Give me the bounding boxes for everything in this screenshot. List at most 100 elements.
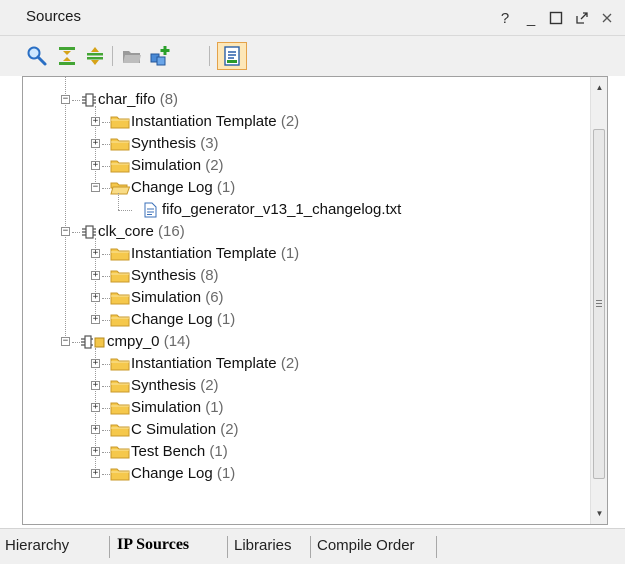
folder-icon xyxy=(110,400,130,416)
expand-toggle-icon[interactable]: + xyxy=(91,359,100,368)
expand-toggle-icon[interactable]: + xyxy=(91,293,100,302)
tab-compile-order[interactable]: Compile Order xyxy=(317,537,415,554)
tree-node-folder[interactable]: + Change Log (1) xyxy=(23,309,590,331)
tree-node-folder[interactable]: + Synthesis (8) xyxy=(23,265,590,287)
expand-toggle-icon[interactable]: + xyxy=(91,425,100,434)
tree-node-label: fifo_generator_v13_1_changelog.txt xyxy=(162,201,401,218)
toolbar-separator xyxy=(112,46,113,66)
tree-line xyxy=(118,210,132,211)
expand-toggle-icon[interactable]: + xyxy=(91,271,100,280)
collapse-toggle-icon[interactable]: − xyxy=(91,183,100,192)
ip-properties-icon xyxy=(221,45,243,67)
tree-node-label: cmpy_0 (14) xyxy=(107,333,190,350)
tree-node-label: Synthesis (2) xyxy=(131,377,219,394)
tree-node-folder[interactable]: − Change Log (1) xyxy=(23,177,590,199)
expand-toggle-icon[interactable]: + xyxy=(91,249,100,258)
scroll-up-arrow[interactable]: ▲ xyxy=(595,83,604,92)
tree-line xyxy=(102,430,110,431)
node-name: Synthesis xyxy=(131,267,197,284)
tree-node-folder[interactable]: + Instantiation Template (2) xyxy=(23,111,590,133)
node-count: (14) xyxy=(163,333,191,350)
tab-ip-sources[interactable]: IP Sources xyxy=(117,536,189,554)
expand-toggle-icon[interactable]: + xyxy=(91,315,100,324)
scroll-down-arrow[interactable]: ▼ xyxy=(595,509,604,518)
add-sources-icon[interactable] xyxy=(149,45,171,67)
tree-node-folder[interactable]: + Synthesis (3) xyxy=(23,133,590,155)
collapse-toggle-icon[interactable]: − xyxy=(61,95,70,104)
open-folder-icon[interactable] xyxy=(121,45,143,67)
node-count: (1) xyxy=(209,443,228,460)
node-count: (16) xyxy=(158,223,185,240)
collapse-toggle-icon[interactable]: − xyxy=(61,337,70,346)
expand-toggle-icon[interactable]: + xyxy=(91,117,100,126)
tree-node-folder[interactable]: + Simulation (6) xyxy=(23,287,590,309)
tree-node-folder[interactable]: + Change Log (1) xyxy=(23,463,590,485)
tab-separator xyxy=(310,536,311,558)
tab-hierarchy[interactable]: Hierarchy xyxy=(5,537,69,554)
sources-tabs: Hierarchy IP Sources Libraries Compile O… xyxy=(0,528,625,564)
node-name: Simulation xyxy=(131,289,202,306)
tree-line xyxy=(102,122,110,123)
folder-icon xyxy=(110,356,130,372)
tree-node-label: char_fifo (8) xyxy=(98,91,178,108)
folder-icon xyxy=(110,114,130,130)
tree-node-label: Change Log (1) xyxy=(131,311,235,328)
tab-libraries[interactable]: Libraries xyxy=(234,537,292,554)
node-count: (2) xyxy=(280,113,300,130)
tree-line xyxy=(102,320,110,321)
tree-node-folder[interactable]: + Instantiation Template (1) xyxy=(23,243,590,265)
scrollbar-thumb[interactable] xyxy=(593,129,605,479)
node-count: (1) xyxy=(216,311,236,328)
tree-line xyxy=(72,232,80,233)
folder-icon xyxy=(110,268,130,284)
tree-node-folder[interactable]: + Simulation (2) xyxy=(23,155,590,177)
tree-node-label: C Simulation (2) xyxy=(131,421,239,438)
ip-properties-button[interactable] xyxy=(217,42,247,70)
tree-node-ip[interactable]: − char_fifo (8) xyxy=(23,89,590,111)
minimize-button[interactable]: _ xyxy=(523,10,539,27)
maximize-button[interactable] xyxy=(549,11,565,25)
vertical-scrollbar[interactable]: ▲ ▼ xyxy=(590,77,607,524)
expand-toggle-icon[interactable]: + xyxy=(91,447,100,456)
tree-node-folder[interactable]: + Simulation (1) xyxy=(23,397,590,419)
tree-line xyxy=(102,188,110,189)
window-controls: ? _ xyxy=(497,4,617,32)
tree-node-folder[interactable]: + Test Bench (1) xyxy=(23,441,590,463)
close-button[interactable] xyxy=(601,12,617,24)
search-icon[interactable] xyxy=(26,45,48,67)
tree-line xyxy=(102,298,110,299)
node-count: (6) xyxy=(205,289,224,306)
node-name: Change Log xyxy=(131,179,213,196)
tree-node-label: Synthesis (3) xyxy=(131,135,219,152)
tree-line xyxy=(72,100,80,101)
expand-toggle-icon[interactable]: + xyxy=(91,403,100,412)
node-name: Test Bench xyxy=(131,443,206,460)
folder-icon xyxy=(110,246,130,262)
tree-node-ip[interactable]: − cmpy_0 (14) xyxy=(23,331,590,353)
node-count: (8) xyxy=(200,267,219,284)
tree-node-folder[interactable]: + C Simulation (2) xyxy=(23,419,590,441)
collapse-toggle-icon[interactable]: − xyxy=(61,227,70,236)
folder-icon xyxy=(110,422,130,438)
folder-icon xyxy=(110,378,130,394)
tree-node-label: Test Bench (1) xyxy=(131,443,228,460)
tree-node-file[interactable]: fifo_generator_v13_1_changelog.txt xyxy=(23,193,590,221)
tree-line xyxy=(102,254,110,255)
tree-node-ip[interactable]: − clk_core (16) xyxy=(23,221,590,243)
panel-header: Sources ? _ xyxy=(0,0,625,36)
collapse-all-icon[interactable] xyxy=(56,45,78,67)
help-button[interactable]: ? xyxy=(497,10,513,27)
node-name: Instantiation Template xyxy=(131,113,277,130)
expand-toggle-icon[interactable]: + xyxy=(91,469,100,478)
expand-toggle-icon[interactable]: + xyxy=(91,381,100,390)
tree-node-folder[interactable]: + Synthesis (2) xyxy=(23,375,590,397)
node-count: (1) xyxy=(205,399,224,416)
tree-node-label: Change Log (1) xyxy=(131,465,235,482)
node-name: Instantiation Template xyxy=(131,355,277,372)
sources-tree[interactable]: − char_fifo (8) + Instantiation Template (2… xyxy=(22,76,608,525)
tree-node-folder[interactable]: + Instantiation Template (2) xyxy=(23,353,590,375)
float-window-button[interactable] xyxy=(575,11,591,25)
expand-toggle-icon[interactable]: + xyxy=(91,161,100,170)
expand-all-icon[interactable] xyxy=(84,45,106,67)
expand-toggle-icon[interactable]: + xyxy=(91,139,100,148)
